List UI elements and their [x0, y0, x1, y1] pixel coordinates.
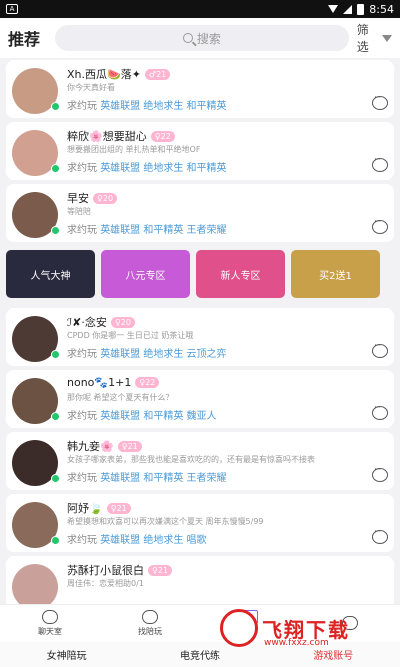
online-indicator [51, 102, 60, 111]
site-watermark: 飞翔下载 www.fxxz.com [220, 604, 396, 652]
search-icon [182, 33, 193, 43]
user-name: 阿妤🍃 [67, 502, 103, 515]
age-badge: ♀21 [148, 564, 173, 576]
avatar[interactable] [12, 564, 58, 604]
age-badge: ♀21 [117, 440, 142, 452]
chat-bubble-icon[interactable] [372, 217, 388, 234]
user-card[interactable]: 苏酥打小鼠很白 ♀21 周佳伟：恋爱相助0/1 [6, 556, 394, 604]
user-games: 英雄联盟 和平精英 王者荣耀 [100, 473, 227, 484]
user-games: 英雄联盟 绝地求生 唱歌 [100, 535, 207, 546]
user-games: 英雄联盟 和平精英 魏亚人 [100, 411, 217, 422]
chat-bubble-icon[interactable] [372, 465, 388, 482]
filter-button[interactable]: 筛选 [357, 21, 392, 55]
banner-popular[interactable]: 人气大神 [6, 250, 95, 298]
user-name: nono🐾1+1 [67, 376, 132, 389]
user-card[interactable]: Xh.西瓜🍉落✦ ♂21 你今天真好看 求约玩 英雄联盟 绝地求生 和平精英 [6, 60, 394, 118]
online-indicator [51, 164, 60, 173]
funnel-icon [382, 34, 392, 42]
age-badge: ♀20 [110, 316, 135, 328]
games-prefix: 求约玩 [67, 349, 97, 360]
chat-room-icon [42, 610, 58, 624]
user-games: 英雄联盟 绝地求生 和平精英 [100, 101, 227, 112]
user-bio: 等陪陪 [67, 207, 91, 216]
user-card[interactable]: 韩九妾🌸 ♀21 女孩子哪家表弟，那些我也能是喜欢吃的的，还有最是有惊喜吗不接表 … [6, 432, 394, 490]
user-bio: 想要搬团出组的 单扎热单和平绝地OF [67, 145, 201, 154]
tab-chat-room[interactable]: 聊天室 [10, 605, 90, 642]
age-badge: ♀22 [150, 130, 175, 142]
games-prefix: 求约玩 [67, 163, 97, 174]
signal-icon [343, 4, 353, 14]
online-indicator [51, 412, 60, 421]
user-bio: 那你呢 希望这个夏天有什么？ [67, 393, 174, 402]
user-games: 英雄联盟 和平精英 王者荣耀 [100, 225, 227, 236]
games-prefix: 求约玩 [67, 411, 97, 422]
user-name: ℐ✘·念安 [67, 316, 107, 329]
chat-bubble-icon[interactable] [372, 155, 388, 172]
user-name: Xh.西瓜🍉落✦ [67, 68, 141, 81]
age-badge: ♂21 [144, 68, 171, 80]
wifi-icon [328, 5, 339, 13]
watermark-logo-icon [220, 609, 258, 647]
battery-icon [357, 3, 365, 15]
filter-label: 筛选 [356, 23, 369, 54]
user-card[interactable]: 早安 ♀20 等陪陪 求约玩 英雄联盟 和平精英 王者荣耀 [6, 184, 394, 242]
banner-super-sale[interactable]: 买2送1 [291, 250, 380, 298]
promo-banners: 人气大神 八元专区 新人专区 买2送1 [6, 250, 400, 298]
online-indicator [51, 536, 60, 545]
search-placeholder: 搜索 [196, 31, 221, 46]
banner-label: 人气大神 [30, 270, 71, 282]
chat-bubble-icon[interactable] [372, 527, 388, 544]
user-games: 英雄联盟 绝地求生 云顶之弈 [100, 349, 227, 360]
user-games: 英雄联盟 绝地求生 和平精英 [100, 163, 227, 174]
user-name: 韩九妾🌸 [67, 440, 114, 453]
page-title: 推荐 [8, 30, 41, 49]
watermark-url: www.fxxz.com [264, 638, 329, 648]
age-badge: ♀21 [106, 502, 131, 514]
user-bio: 周佳伟：恋爱相助0/1 [67, 579, 144, 588]
chat-bubble-icon[interactable] [372, 403, 388, 420]
user-bio: 希望摸想和欢喜可以再次嫌满这个夏天 周年东慢慢5/99 [67, 517, 264, 526]
tab-find-player[interactable]: 找陪玩 [110, 605, 190, 642]
user-name: 早安 [67, 192, 89, 205]
search-bar[interactable]: 搜索 [55, 25, 349, 51]
chat-bubble-icon[interactable] [372, 341, 388, 358]
user-name: 苏酥打小鼠很白 [67, 564, 144, 577]
banner-eight-yuan[interactable]: 八元专区 [101, 250, 190, 298]
age-badge: ♀22 [135, 377, 160, 388]
tab-label: 聊天室 [38, 627, 62, 636]
user-card[interactable]: nono🐾1+1 ♀22 那你呢 希望这个夏天有什么？ 求约玩 英雄联盟 和平精英… [6, 370, 394, 428]
online-indicator [51, 474, 60, 483]
games-prefix: 求约玩 [67, 101, 97, 112]
banner-newcomer[interactable]: 新人专区 [196, 250, 285, 298]
chat-bubble-icon[interactable] [372, 93, 388, 110]
online-indicator [51, 226, 60, 235]
gamepad-icon [142, 610, 158, 624]
user-name: 粹欣🌸想要甜心 [67, 130, 147, 143]
clock: 8:54 [369, 2, 394, 16]
banner-label: 买2送1 [319, 270, 352, 282]
banner-label: 新人专区 [220, 270, 261, 282]
feed: Xh.西瓜🍉落✦♂21 你今天真好看 求约玩 英雄联盟 绝地求生 和平精英 粹欣… [0, 58, 400, 604]
user-card[interactable]: 阿妤🍃 ♀21 希望摸想和欢喜可以再次嫌满这个夏天 周年东慢慢5/99 求约玩 英… [6, 494, 394, 552]
user-bio: CPDD 你是哪一 生日已过 奶茶让哦 [67, 331, 194, 340]
online-indicator [51, 350, 60, 359]
user-bio: 你今天真好看 [67, 83, 115, 92]
user-card[interactable]: 粹欣🌸想要甜心 ♀22 想要搬团出组的 单扎热单和平绝地OF 求约玩 英雄联盟 绝… [6, 122, 394, 180]
user-bio: 女孩子哪家表弟，那些我也能是喜欢吃的的，还有最是有惊喜吗不接表 [67, 455, 315, 464]
caption-goddess: 女神陪玩 [46, 651, 87, 662]
tab-label: 找陪玩 [138, 627, 162, 636]
age-badge: ♀20 [93, 192, 118, 204]
games-prefix: 求约玩 [67, 473, 97, 484]
games-prefix: 求约玩 [67, 225, 97, 236]
top-header: 推荐 搜索 筛选 [0, 18, 400, 58]
banner-label: 八元专区 [125, 270, 166, 282]
games-prefix: 求约玩 [67, 535, 97, 546]
caption-boosting: 电竞代练 [179, 651, 220, 662]
app-notification-icon: A [6, 4, 18, 14]
status-bar: A 8:54 [0, 0, 400, 18]
user-card[interactable]: ℐ✘·念安 ♀20 CPDD 你是哪一 生日已过 奶茶让哦 求约玩 英雄联盟 绝地… [6, 308, 394, 366]
